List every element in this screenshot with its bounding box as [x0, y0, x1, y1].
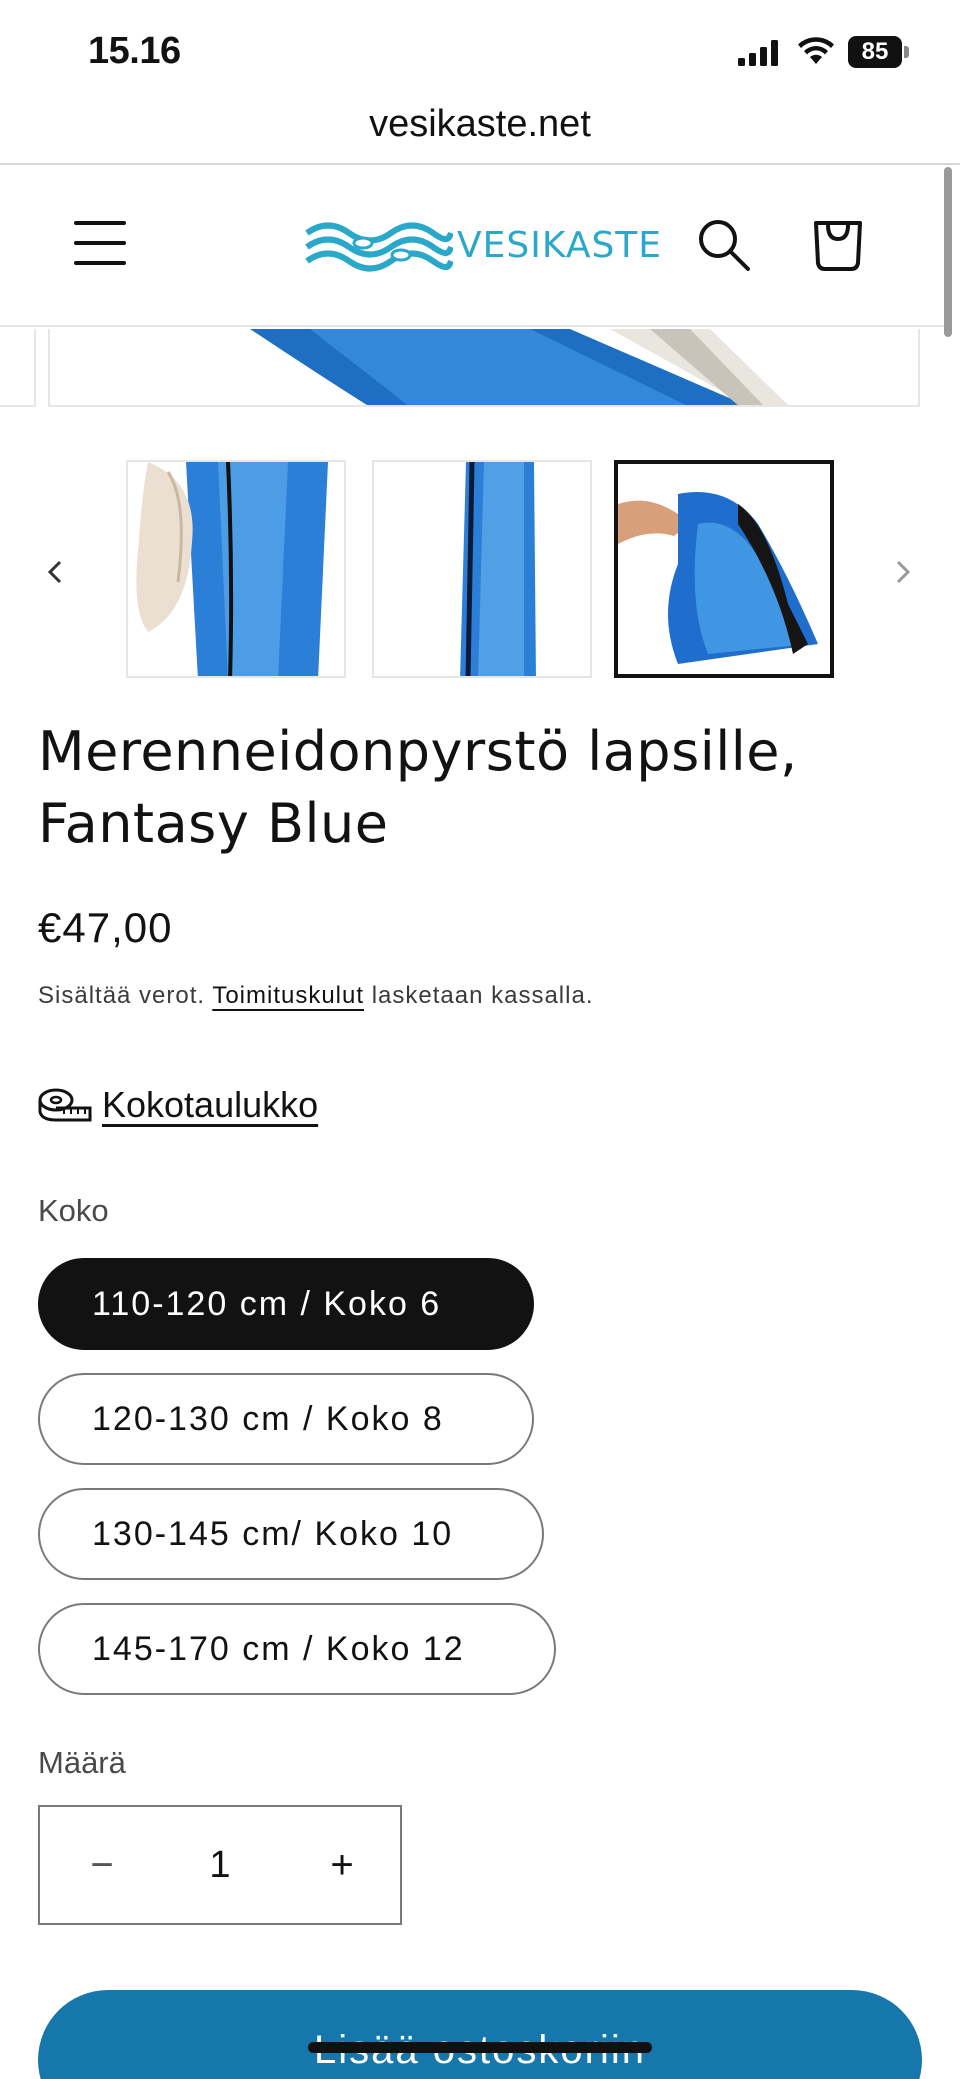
page-scrollbar[interactable] — [944, 167, 952, 337]
quantity-label: Määrä — [38, 1745, 126, 1780]
battery-icon: 85 — [848, 36, 909, 68]
product-thumbnail[interactable] — [126, 460, 346, 678]
product-price: €47,00 — [38, 904, 173, 951]
decrease-quantity-button[interactable]: − — [64, 1827, 140, 1903]
size-chart-link[interactable]: Kokotaulukko — [102, 1084, 318, 1126]
site-header: VESIKASTE — [0, 165, 946, 327]
status-bar: 15.16 85 — [0, 0, 960, 100]
tax-suffix: lasketaan kassalla. — [371, 982, 594, 1009]
status-time: 15.16 — [88, 30, 181, 72]
size-option-selected[interactable]: 110-120 cm / Koko 6 — [38, 1258, 534, 1350]
shipping-link[interactable]: Toimituskulut — [212, 982, 364, 1009]
battery-level: 85 — [848, 36, 902, 68]
home-indicator — [308, 2042, 652, 2053]
product-image-gallery[interactable] — [0, 329, 946, 407]
quantity-input[interactable]: 1 — [170, 1827, 270, 1903]
url-text: vesikaste.net — [369, 103, 591, 145]
size-option[interactable]: 145-170 cm / Koko 12 — [38, 1603, 556, 1695]
browser-address-bar[interactable]: vesikaste.net — [0, 96, 960, 164]
chevron-right-icon[interactable] — [888, 554, 918, 590]
wave-logo-icon — [305, 222, 453, 272]
product-thumbnail[interactable] — [372, 460, 592, 678]
product-thumbnail-selected[interactable] — [614, 460, 834, 678]
cart-icon[interactable] — [810, 215, 866, 273]
add-to-cart-button[interactable]: Lisää ostoskoriin — [38, 1990, 922, 2079]
product-title: Merenneidonpyrstö lapsille, Fantasy Blue — [38, 720, 798, 855]
product-main-image[interactable] — [48, 329, 920, 407]
increase-quantity-button[interactable]: + — [304, 1827, 380, 1903]
size-option[interactable]: 120-130 cm / Koko 8 — [38, 1373, 534, 1465]
quantity-stepper: − 1 + — [38, 1805, 402, 1925]
search-icon[interactable] — [696, 217, 752, 273]
thumbnail-carousel — [0, 458, 946, 682]
wifi-icon — [798, 37, 834, 64]
size-option[interactable]: 130-145 cm/ Koko 10 — [38, 1488, 544, 1580]
measuring-tape-icon — [38, 1088, 92, 1122]
signal-icon — [738, 40, 778, 66]
tax-prefix: Sisältää verot. — [38, 982, 206, 1009]
site-logo[interactable]: VESIKASTE — [305, 215, 661, 277]
tax-note: Sisältää verot. Toimituskulut lasketaan … — [38, 982, 593, 1010]
size-label: Koko — [38, 1193, 109, 1228]
chevron-left-icon[interactable] — [40, 554, 70, 590]
previous-image-edge — [0, 329, 36, 407]
hamburger-menu-icon[interactable] — [74, 221, 126, 267]
logo-text: VESIKASTE — [457, 225, 663, 266]
